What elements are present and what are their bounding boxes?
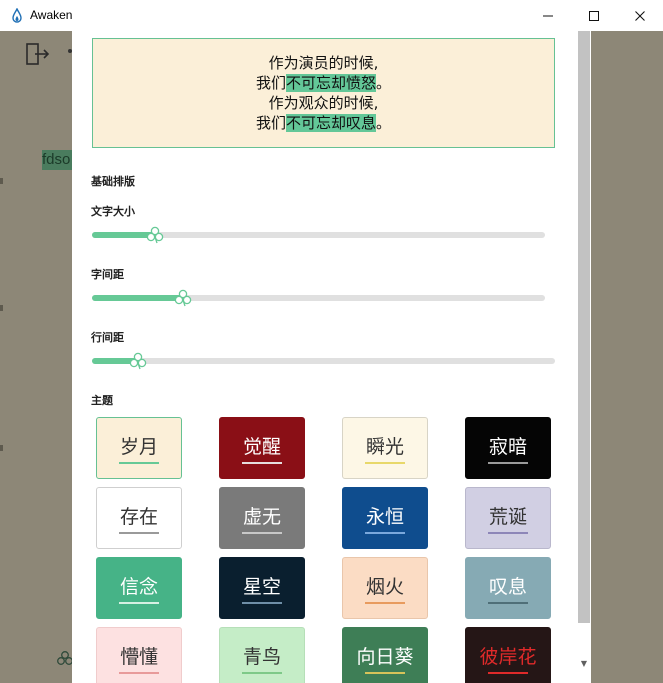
text-preview: 作为演员的时候, 我们不可忘却愤怒。 作为观众的时候, 我们不可忘却叹息。 — [92, 38, 555, 148]
theme-label: 彼岸花 — [479, 645, 537, 668]
letter-spacing-slider[interactable] — [92, 288, 545, 308]
line-spacing-slider[interactable] — [92, 351, 555, 371]
awaken-logo-icon — [12, 8, 22, 23]
theme-underline — [488, 671, 528, 674]
theme-card[interactable]: 叹息 — [465, 557, 551, 619]
theme-card[interactable]: 信念 — [96, 557, 182, 619]
background-marker — [0, 178, 3, 184]
background-marker — [0, 305, 3, 311]
theme-underline — [365, 671, 405, 674]
background-marker — [0, 445, 3, 451]
theme-label: 信念 — [119, 575, 158, 598]
clover-thumb-icon[interactable] — [145, 225, 165, 245]
theme-card[interactable]: 寂暗 — [465, 417, 551, 479]
theme-card[interactable]: 彼岸花 — [465, 627, 551, 683]
preview-line: 作为观众的时候, — [269, 93, 379, 113]
background-selected-text: fdso — [42, 150, 72, 170]
theme-label: 永恒 — [365, 505, 404, 528]
theme-card[interactable]: 岁月 — [96, 417, 182, 479]
theme-card[interactable]: 存在 — [96, 487, 182, 549]
theme-label: 懵懂 — [119, 645, 158, 668]
theme-card[interactable]: 虚无 — [219, 487, 305, 549]
slider-track[interactable] — [92, 358, 555, 364]
theme-card[interactable]: 觉醒 — [219, 417, 305, 479]
preview-text: 作为演员的时候, — [268, 54, 379, 72]
theme-underline — [488, 601, 528, 604]
window-title: Awaken — [30, 8, 73, 22]
scrollbar-thumb[interactable] — [578, 31, 590, 623]
theme-underline — [365, 601, 405, 604]
theme-underline — [488, 461, 528, 464]
theme-label: 星空 — [242, 575, 281, 598]
theme-label: 叹息 — [488, 575, 527, 598]
line-spacing-label: 行间距 — [91, 331, 124, 344]
window-titlebar: Awaken — [0, 0, 663, 31]
preview-text: 我们 — [255, 74, 286, 92]
minimize-icon — [543, 15, 553, 16]
theme-label: 荒诞 — [488, 505, 527, 528]
theme-label: 向日葵 — [356, 645, 414, 668]
preview-line: 我们不可忘却叹息。 — [256, 113, 391, 133]
section-title-typography: 基础排版 — [91, 175, 135, 188]
theme-label: 烟火 — [365, 575, 404, 598]
theme-underline — [119, 461, 159, 464]
theme-card[interactable]: 烟火 — [342, 557, 428, 619]
theme-underline — [242, 671, 282, 674]
preview-highlight: 不可忘却叹息 — [285, 114, 376, 132]
theme-label: 青鸟 — [242, 645, 281, 668]
preview-text: 作为观众的时候, — [268, 94, 379, 112]
maximize-icon — [589, 10, 599, 21]
theme-card[interactable]: 青鸟 — [219, 627, 305, 683]
preview-highlight: 不可忘却愤怒 — [285, 74, 376, 92]
theme-label: 觉醒 — [242, 435, 281, 458]
font-size-slider[interactable] — [92, 225, 545, 245]
preview-text: 我们 — [255, 114, 286, 132]
theme-label: 存在 — [119, 505, 158, 528]
clover-thumb-icon[interactable] — [173, 288, 193, 308]
theme-label: 岁月 — [119, 435, 158, 458]
theme-label: 虚无 — [242, 505, 281, 528]
exit-door-icon[interactable] — [26, 43, 50, 65]
theme-card[interactable]: 永恒 — [342, 487, 428, 549]
font-size-label: 文字大小 — [91, 205, 135, 218]
theme-underline — [488, 531, 528, 534]
settings-panel: 作为演员的时候, 我们不可忘却愤怒。 作为观众的时候, 我们不可忘却叹息。 基础… — [72, 31, 591, 683]
preview-line: 作为演员的时候, — [269, 53, 379, 73]
theme-card[interactable]: 向日葵 — [342, 627, 428, 683]
theme-card[interactable]: 懵懂 — [96, 627, 182, 683]
theme-label: 瞬光 — [365, 435, 404, 458]
section-title-theme: 主题 — [91, 394, 113, 407]
theme-card[interactable]: 星空 — [219, 557, 305, 619]
close-icon — [635, 10, 645, 21]
slider-fill — [92, 295, 183, 301]
preview-text: 。 — [376, 114, 392, 132]
scroll-down-arrow-icon[interactable]: ▼ — [578, 656, 590, 670]
theme-underline — [119, 601, 159, 604]
theme-underline — [365, 531, 405, 534]
maximize-button[interactable] — [571, 0, 617, 31]
preview-text: 。 — [376, 74, 392, 92]
theme-underline — [119, 671, 159, 674]
close-button[interactable] — [617, 0, 663, 31]
clover-thumb-icon[interactable] — [128, 351, 148, 371]
minimize-button[interactable] — [525, 0, 571, 31]
theme-card[interactable]: 瞬光 — [342, 417, 428, 479]
theme-underline — [119, 531, 159, 534]
theme-underline — [242, 531, 282, 534]
preview-line: 我们不可忘却愤怒。 — [256, 73, 391, 93]
theme-label: 寂暗 — [488, 435, 527, 458]
theme-underline — [242, 601, 282, 604]
theme-card[interactable]: 荒诞 — [465, 487, 551, 549]
letter-spacing-label: 字间距 — [91, 268, 124, 281]
theme-underline — [365, 461, 405, 464]
theme-underline — [242, 461, 282, 464]
